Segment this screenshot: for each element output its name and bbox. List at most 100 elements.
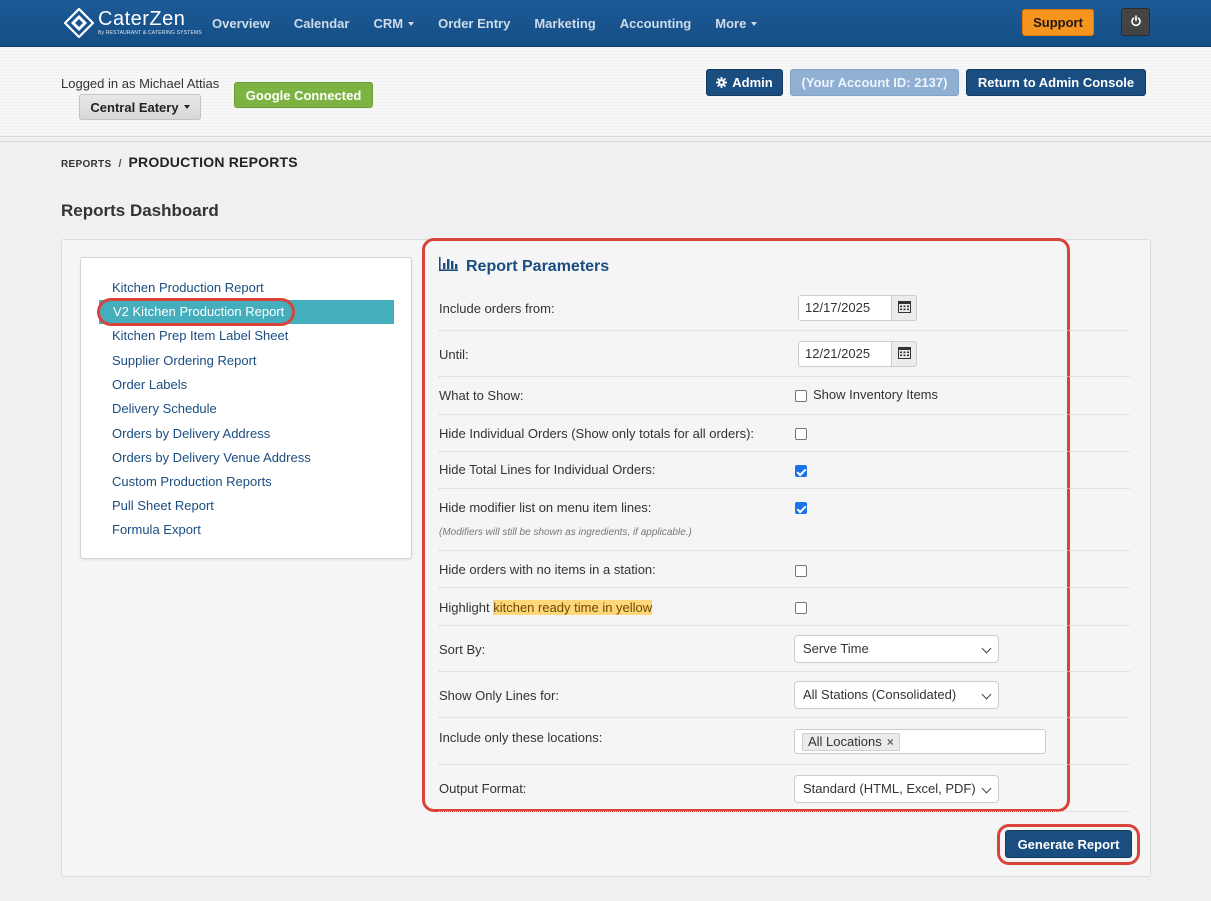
generate-report-button[interactable]: Generate Report [1005,830,1132,858]
remove-tag-icon[interactable]: × [887,734,894,750]
caret-down-icon [751,21,758,26]
breadcrumb: REPORTS / PRODUCTION REPORTS [61,154,298,170]
logout-button[interactable] [1121,8,1150,36]
locations-multiselect[interactable]: All Locations × [794,729,1046,754]
sidebar-item-order-labels[interactable]: Order Labels [98,373,394,397]
caret-down-icon [183,105,190,109]
row-divider [439,488,1130,489]
nav-calendar[interactable]: Calendar [294,16,350,31]
row-divider [439,414,1130,415]
chevron-down-icon [981,783,992,794]
row-divider [439,550,1130,551]
until-calendar-button[interactable] [892,341,917,367]
row-divider [439,811,1130,812]
sidebar-item-delivery-schedule[interactable]: Delivery Schedule [98,397,394,421]
report-parameters-heading: Report Parameters [439,257,609,276]
location-dropdown[interactable]: Central Eatery [79,94,201,120]
report-parameters-title: Report Parameters [466,257,610,275]
row-divider [439,625,1130,626]
hide-no-items-checkbox[interactable] [795,565,807,577]
nav-crm-dropdown[interactable]: CRM [373,16,415,31]
top-navbar: CaterZen By RESTAURANT & CATERING SYSTEM… [0,0,1211,47]
sort-by-label: Sort By: [439,642,486,657]
show-lines-for-value: All Stations (Consolidated) [803,687,957,702]
chevron-down-icon [981,643,992,654]
account-id-badge: (Your Account ID: 2137) [790,69,959,96]
return-to-admin-button[interactable]: Return to Admin Console [966,69,1146,96]
highlight-label-yellow-text: kitchen ready time in yellow [493,600,653,615]
google-connected-button[interactable]: Google Connected [234,82,373,108]
output-format-value: Standard (HTML, Excel, PDF) [803,781,976,796]
hide-individual-orders-checkbox[interactable] [795,428,807,440]
hide-no-items-label: Hide orders with no items in a station: [439,562,656,577]
show-inventory-items-checkbox[interactable] [795,390,807,402]
brand-name: CaterZen [98,8,186,30]
breadcrumb-reports-link[interactable]: REPORTS [61,159,111,170]
highlight-label-prefix: Highlight [439,600,490,615]
calendar-icon [897,346,911,362]
logo-diamond-icon [63,7,95,39]
admin-button-label: Admin [732,75,773,90]
caret-down-icon [408,21,415,26]
sidebar-item-kitchen-production-report[interactable]: Kitchen Production Report [98,276,394,300]
location-tag: All Locations × [802,733,900,751]
support-button[interactable]: Support [1022,9,1094,36]
breadcrumb-current: PRODUCTION REPORTS [128,154,298,170]
modifier-hint-text: (Modifiers will still be shown as ingred… [439,527,692,538]
calendar-icon [897,300,911,316]
output-format-label: Output Format: [439,781,527,796]
include-from-calendar-button[interactable] [892,295,917,321]
output-format-select[interactable]: Standard (HTML, Excel, PDF) [794,775,999,803]
main-nav: Overview Calendar CRM Order Entry Market… [212,0,781,47]
include-from-label: Include orders from: [439,301,555,316]
sort-by-value: Serve Time [803,641,869,656]
sidebar-item-orders-by-delivery-venue-address[interactable]: Orders by Delivery Venue Address [98,446,394,470]
bar-chart-icon [439,257,458,276]
nav-calendar-label: Calendar [293,16,350,31]
nav-crm-label: CRM [373,16,404,31]
admin-button[interactable]: Admin [706,69,783,96]
hide-total-lines-checkbox[interactable] [795,465,807,477]
include-from-date-input[interactable]: 12/17/2025 [798,295,892,321]
show-lines-for-select[interactable]: All Stations (Consolidated) [794,681,999,709]
report-list-sidebar: Kitchen Production Report V2 Kitchen Pro… [80,257,412,559]
until-date-input[interactable]: 12/21/2025 [798,341,892,367]
nav-more-label: More [715,16,747,31]
what-to-show-label: What to Show: [439,388,524,403]
row-divider [439,330,1130,331]
sidebar-item-pull-sheet-report[interactable]: Pull Sheet Report [98,494,394,518]
hide-total-lines-label: Hide Total Lines for Individual Orders: [439,462,656,477]
nav-marketing-label: Marketing [534,16,596,31]
sidebar-item-kitchen-prep-item-label-sheet[interactable]: Kitchen Prep Item Label Sheet [98,324,394,348]
row-divider [439,717,1130,718]
breadcrumb-separator: / [118,158,122,170]
nav-more-dropdown[interactable]: More [715,16,758,31]
nav-overview-label: Overview [212,16,270,31]
hide-modifier-list-checkbox[interactable] [795,502,807,514]
show-lines-for-label: Show Only Lines for: [439,688,559,703]
nav-overview[interactable]: Overview [212,16,270,31]
gear-icon [716,77,728,88]
sidebar-item-supplier-ordering-report[interactable]: Supplier Ordering Report [98,349,394,373]
header-divider [0,141,1211,142]
power-icon [1130,14,1142,30]
nav-marketing[interactable]: Marketing [534,16,595,31]
sidebar-item-v2-kitchen-production-report[interactable]: V2 Kitchen Production Report [99,300,394,324]
row-divider [439,587,1130,588]
brand-tagline: By RESTAURANT & CATERING SYSTEMS [98,30,202,36]
nav-order-entry-label: Order Entry [438,16,511,31]
row-divider [439,764,1130,765]
sidebar-item-formula-export[interactable]: Formula Export [98,518,394,542]
sidebar-item-orders-by-delivery-address[interactable]: Orders by Delivery Address [98,422,394,446]
chevron-down-icon [981,689,992,700]
sidebar-item-custom-production-reports[interactable]: Custom Production Reports [98,470,394,494]
hide-individual-orders-label: Hide Individual Orders (Show only totals… [439,426,755,441]
nav-accounting-label: Accounting [619,16,692,31]
highlight-ready-time-checkbox[interactable] [795,602,807,614]
caterzen-logo[interactable]: CaterZen By RESTAURANT & CATERING SYSTEM… [63,7,202,40]
nav-accounting[interactable]: Accounting [620,16,692,31]
sort-by-select[interactable]: Serve Time [794,635,999,663]
locations-label: Include only these locations: [439,730,603,745]
location-dropdown-label: Central Eatery [90,99,179,115]
nav-order-entry[interactable]: Order Entry [438,16,510,31]
